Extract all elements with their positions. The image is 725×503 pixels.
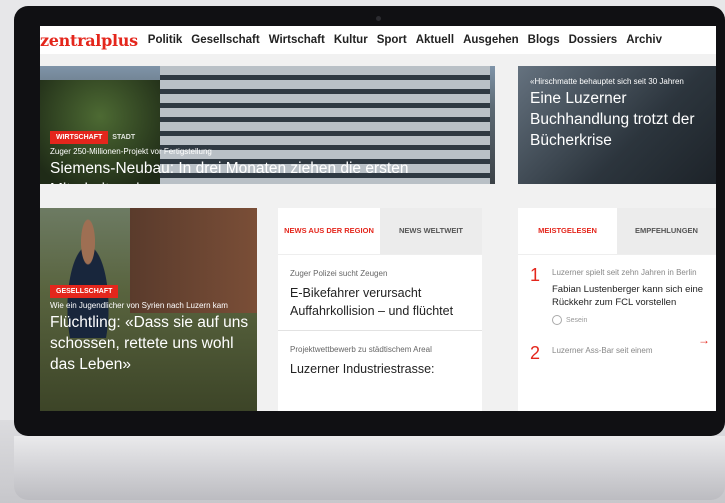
site-logo[interactable]: zentralplus <box>40 31 138 50</box>
feature-text: Gesellschaft Wie ein Jugendlicher von Sy… <box>50 280 250 375</box>
most-read-box: Meistgelesen Empfehlungen 1 Luzerner spi… <box>518 208 716 411</box>
hero-article[interactable]: Wirtschaft Stadt Zuger 250-Millionen-Proj… <box>40 66 495 184</box>
tab-most-read[interactable]: Meistgelesen <box>518 208 617 254</box>
rank-number: 1 <box>530 265 541 285</box>
nav-item-gesellschaft[interactable]: Gesellschaft <box>191 34 259 46</box>
list-item[interactable]: Projektwettbewerb zu städtischem Areal L… <box>278 331 482 388</box>
nav-item-dossiers[interactable]: Dossiers <box>569 34 618 46</box>
ranked-item-kicker: Luzerner Ass-Bar seit einem <box>552 346 653 355</box>
hero-text: Wirtschaft Stadt Zuger 250-Millionen-Proj… <box>50 126 470 184</box>
nav-item-blogs[interactable]: Blogs <box>528 34 560 46</box>
hero-kicker: Zuger 250-Millionen-Projekt vor Fertigst… <box>50 147 212 156</box>
nav-item-archiv[interactable]: Archiv <box>626 34 662 46</box>
side-article[interactable]: «Hirschmatte behauptet sich seit 30 Jahr… <box>518 66 716 184</box>
list-item-kicker: Zuger Polizei sucht Zeugen <box>290 269 388 278</box>
news-box: News aus der Region News weltweit Zuger … <box>278 208 482 411</box>
ranked-item-title[interactable]: Fabian Lustenberger kann sich eine Rückk… <box>552 283 706 309</box>
top-navigation: zentralplus Politik Gesellschaft Wirtsch… <box>40 26 716 54</box>
feature-headline[interactable]: Flüchtling: «Dass sie auf uns schossen, … <box>50 312 250 375</box>
nav-item-politik[interactable]: Politik <box>148 34 183 46</box>
feature-article[interactable]: Gesellschaft Wie ein Jugendlicher von Sy… <box>40 208 257 411</box>
ranked-item[interactable]: 2 Luzerner Ass-Bar seit einem <box>518 333 716 369</box>
clock-icon <box>552 315 562 325</box>
most-read-tabs: Meistgelesen Empfehlungen <box>518 208 716 255</box>
category-tag[interactable]: Gesellschaft <box>50 285 119 298</box>
news-tabs: News aus der Region News weltweit <box>278 208 482 255</box>
list-item-title[interactable]: Luzerner Industriestrasse: <box>290 360 470 378</box>
nav-item-wirtschaft[interactable]: Wirtschaft <box>269 34 325 46</box>
list-item[interactable]: Zuger Polizei sucht Zeugen E-Bikefahrer … <box>278 255 482 331</box>
nav-item-aktuell[interactable]: Aktuell <box>416 34 454 46</box>
category-tag-secondary[interactable]: Stadt <box>108 131 139 144</box>
browser-viewport: zentralplus Politik Gesellschaft Wirtsch… <box>40 26 716 411</box>
monitor-chin <box>14 436 725 500</box>
side-text: «Hirschmatte behauptet sich seit 30 Jahr… <box>530 74 710 151</box>
tab-news-region[interactable]: News aus der Region <box>278 208 380 254</box>
tab-recommendations[interactable]: Empfehlungen <box>617 208 716 254</box>
tab-news-world[interactable]: News weltweit <box>380 208 482 254</box>
list-item-title[interactable]: E-Bikefahrer verursacht Auffahrkollision… <box>290 284 470 320</box>
rank-number: 2 <box>530 343 541 363</box>
ranked-item-kicker: Luzerner spielt seit zehn Jahren in Berl… <box>552 268 697 277</box>
side-kicker: «Hirschmatte behauptet sich seit 30 Jahr… <box>530 77 684 86</box>
category-tag[interactable]: Wirtschaft <box>50 131 109 144</box>
ranked-item-meta: Sesein <box>552 315 706 325</box>
nav-item-ausgehen[interactable]: Ausgehen <box>463 34 519 46</box>
side-headline[interactable]: Eine Luzerner Buchhandlung trotzt der Bü… <box>530 88 710 151</box>
list-item-kicker: Projektwettbewerb zu städtischem Areal <box>290 345 432 354</box>
nav-item-kultur[interactable]: Kultur <box>334 34 368 46</box>
nav-item-sport[interactable]: Sport <box>377 34 407 46</box>
camera-icon <box>376 16 381 21</box>
ranked-item[interactable]: 1 Luzerner spielt seit zehn Jahren in Be… <box>518 255 716 347</box>
feature-kicker: Wie ein Jugendlicher von Syrien nach Luz… <box>50 301 228 310</box>
hero-headline[interactable]: Siemens-Neubau: In drei Monaten ziehen d… <box>50 158 470 184</box>
ranked-item-meta-text: Sesein <box>566 316 588 324</box>
